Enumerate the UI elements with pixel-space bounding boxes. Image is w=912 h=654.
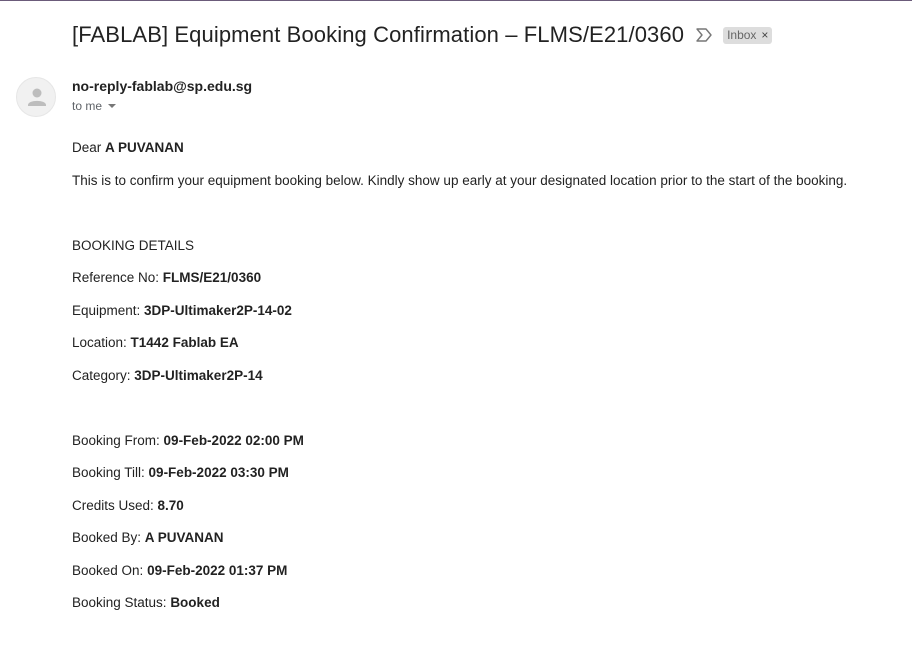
- detail-reference: Reference No: FLMS/E21/0360: [72, 270, 261, 285]
- recipient-line[interactable]: to me: [72, 99, 117, 113]
- section-heading: BOOKING DETAILS: [72, 238, 195, 253]
- recipient-text: to me: [72, 99, 103, 113]
- inbox-label-chip[interactable]: Inbox ×: [723, 26, 773, 44]
- detail-location: Location: T1442 Fablab EA: [72, 335, 239, 350]
- detail-label: Reference No:: [72, 270, 163, 285]
- greeting-name: A PUVANAN: [105, 140, 184, 155]
- booking-label: Credits Used:: [72, 498, 158, 513]
- inbox-label-text: Inbox: [727, 27, 757, 42]
- detail-label: Category:: [72, 368, 135, 383]
- greeting-prefix: Dear: [72, 140, 106, 155]
- booking-till: Booking Till: 09-Feb-2022 03:30 PM: [72, 465, 289, 480]
- detail-equipment: Equipment: 3DP-Ultimaker2P-14-02: [72, 303, 292, 318]
- sender-avatar[interactable]: [16, 77, 56, 117]
- booking-value: 8.70: [157, 498, 184, 513]
- detail-label: Equipment:: [72, 303, 145, 318]
- booked-by: Booked By: A PUVANAN: [72, 530, 224, 545]
- booking-from: Booking From: 09-Feb-2022 02:00 PM: [72, 433, 304, 448]
- booking-label: Booking Status:: [72, 595, 171, 610]
- email-subject: [FABLAB] Equipment Booking Confirmation …: [72, 22, 685, 47]
- booking-status: Booking Status: Booked: [72, 595, 220, 610]
- detail-value: 3DP-Ultimaker2P-14: [134, 368, 263, 383]
- credits-used: Credits Used: 8.70: [72, 498, 184, 513]
- detail-label: Location:: [72, 335, 131, 350]
- detail-value: T1442 Fablab EA: [130, 335, 239, 350]
- booking-label: Booking From:: [72, 433, 164, 448]
- remove-label-icon[interactable]: ×: [761, 28, 768, 42]
- subject-row: [FABLAB] Equipment Booking Confirmation …: [72, 19, 773, 51]
- person-avatar-icon: [28, 88, 46, 106]
- sender-address[interactable]: no-reply-fablab@sp.edu.sg: [72, 78, 252, 94]
- importance-marker-icon[interactable]: [695, 26, 713, 44]
- booking-label: Booked By:: [72, 530, 145, 545]
- booking-label: Booking Till:: [72, 465, 149, 480]
- booking-value: 09-Feb-2022 03:30 PM: [148, 465, 289, 480]
- greeting: Dear A PUVANAN: [72, 140, 184, 155]
- detail-value: FLMS/E21/0360: [162, 270, 262, 285]
- booking-label: Booked On:: [72, 563, 148, 578]
- booking-value: Booked: [170, 595, 220, 610]
- booking-value: 09-Feb-2022 01:37 PM: [147, 563, 288, 578]
- top-border: [0, 0, 912, 1]
- booking-value: 09-Feb-2022 02:00 PM: [163, 433, 304, 448]
- booked-on: Booked On: 09-Feb-2022 01:37 PM: [72, 563, 287, 578]
- booking-value: A PUVANAN: [144, 530, 224, 545]
- chevron-down-icon[interactable]: [108, 104, 117, 108]
- detail-value: 3DP-Ultimaker2P-14-02: [144, 303, 292, 318]
- detail-category: Category: 3DP-Ultimaker2P-14: [72, 368, 263, 383]
- intro-text: This is to confirm your equipment bookin…: [72, 173, 848, 188]
